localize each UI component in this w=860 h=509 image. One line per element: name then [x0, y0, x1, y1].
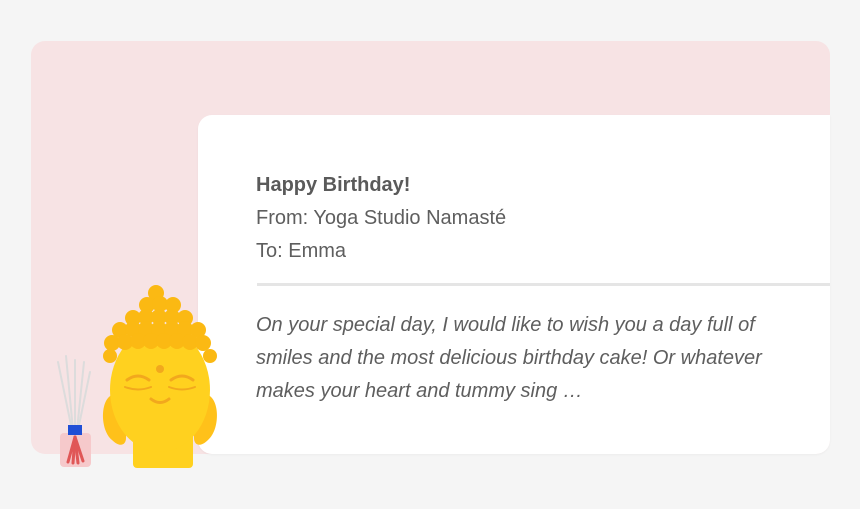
- email-preview: Happy Birthday! From: Yoga Studio Namast…: [0, 0, 860, 509]
- reed-diffuser-illustration: [57, 355, 91, 467]
- illustration-layer: [57, 285, 217, 468]
- buddha-illustration: [103, 285, 217, 468]
